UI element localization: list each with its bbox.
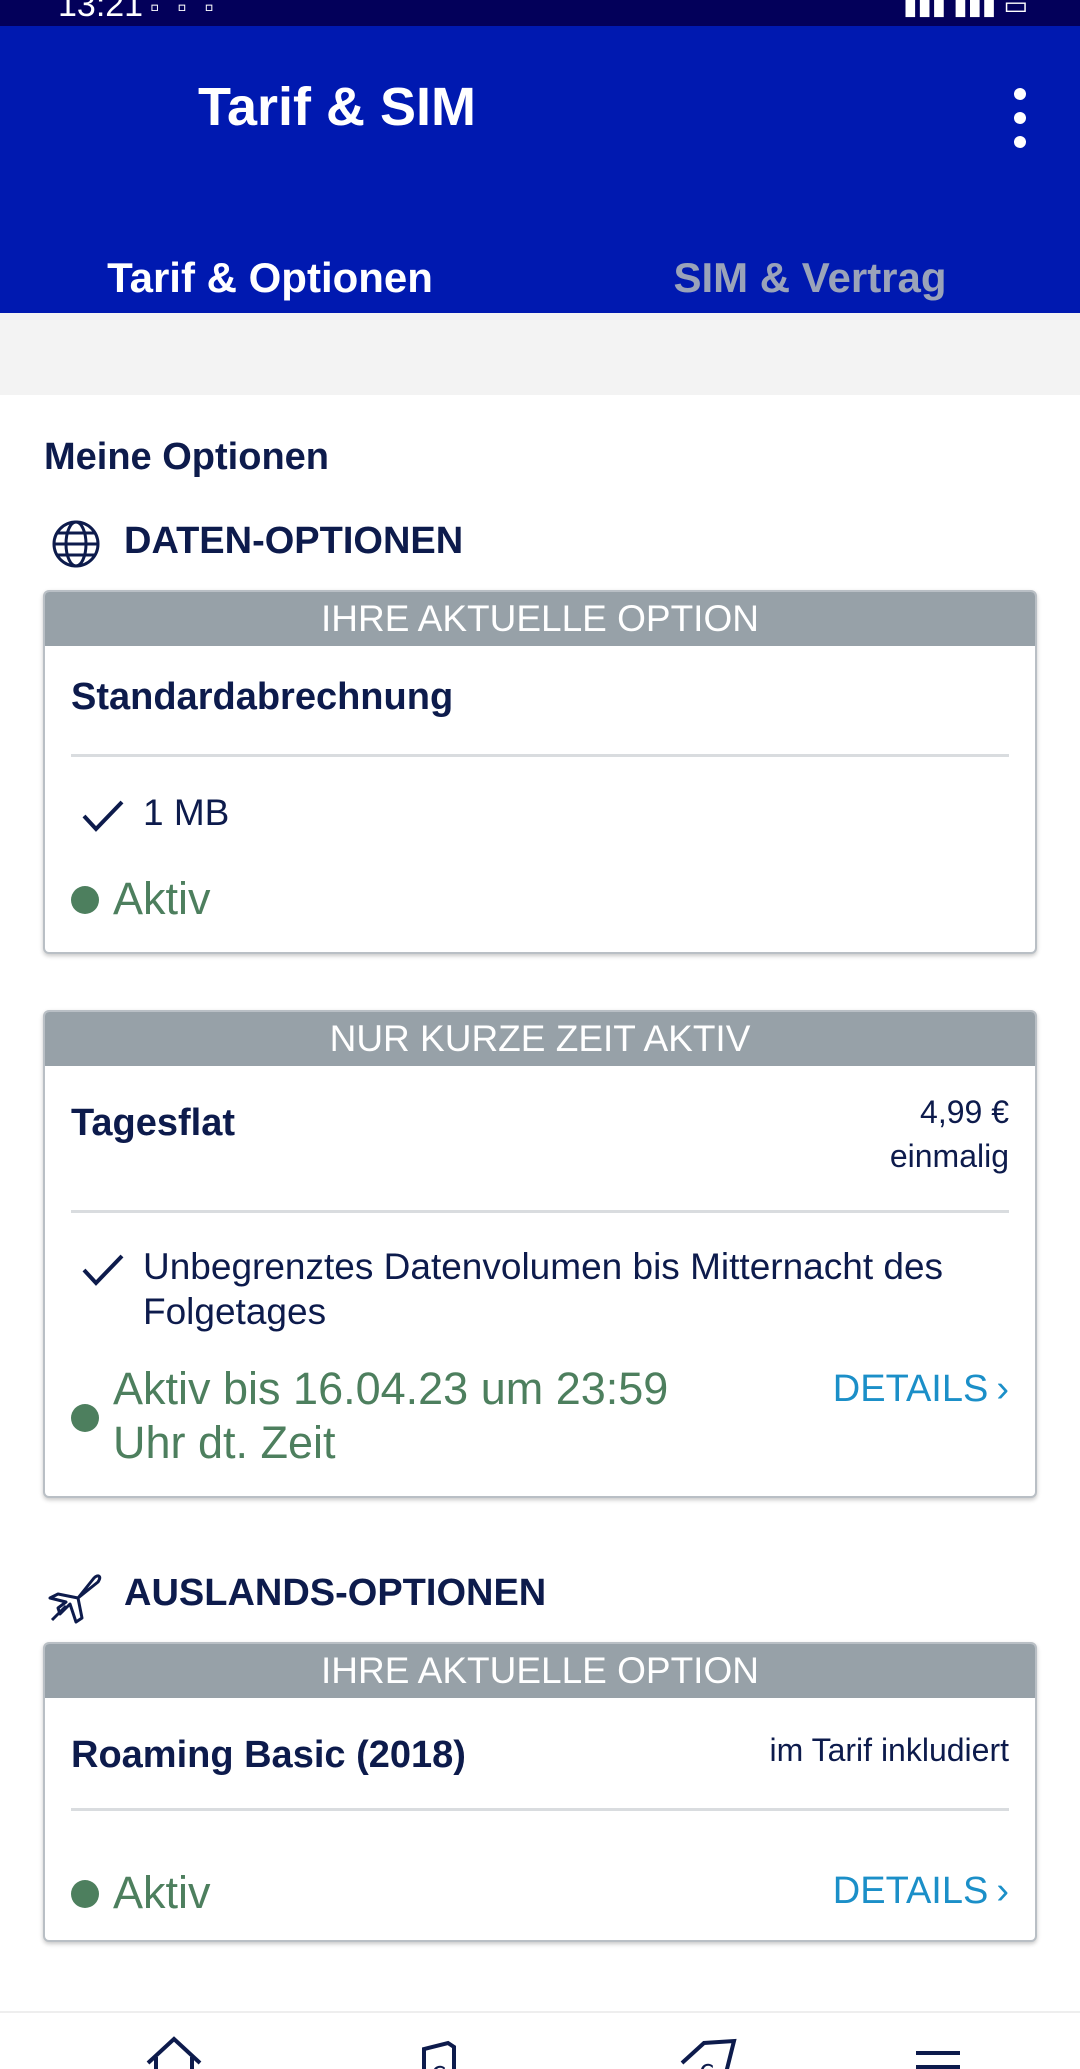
nav-home[interactable] <box>134 2033 214 2069</box>
feature-item: Unbegrenztes Datenvolumen bis Mitternach… <box>71 1242 1009 1342</box>
home-icon <box>146 2036 202 2069</box>
nav-menu[interactable] <box>898 2033 978 2069</box>
chevron-right-icon: › <box>996 1870 1009 1912</box>
chevron-right-icon: › <box>996 1368 1009 1410</box>
category-label: DATEN-OPTIONEN <box>124 520 464 562</box>
option-name: Roaming Basic (2018) <box>71 1734 466 1776</box>
nav-billing[interactable]: € <box>400 2033 480 2069</box>
details-link[interactable]: DETAILS › <box>833 1368 1009 1411</box>
more-vert-icon-dot <box>1014 136 1026 148</box>
option-card-roaming-basic: IHRE AKTUELLE OPTION Roaming Basic (2018… <box>43 1642 1037 1942</box>
status-indicator: Aktiv bis 16.04.23 um 23:59 Uhr dt. Zeit <box>71 1362 711 1482</box>
section-title: Meine Optionen <box>44 436 329 478</box>
price: 4,99 € einmalig <box>890 1090 1009 1178</box>
feature-text: Unbegrenztes Datenvolumen bis Mitternach… <box>143 1246 944 1332</box>
check-icon <box>82 1254 124 1286</box>
tab-label: SIM & Vertrag <box>673 254 947 301</box>
nav-tariff[interactable]: € <box>668 2033 748 2069</box>
airplane-icon <box>48 1574 102 1624</box>
more-options-button[interactable] <box>992 78 1048 158</box>
more-vert-icon <box>1014 88 1026 100</box>
globe-icon <box>52 520 100 568</box>
details-label: DETAILS <box>832 1368 989 1410</box>
feature-item: 1 MB <box>71 788 1009 848</box>
price-note: im Tarif inkludiert <box>769 1732 1009 1768</box>
card-header: IHRE AKTUELLE OPTION <box>45 592 1035 646</box>
tab-label: Tarif & Optionen <box>107 254 433 301</box>
option-name: Standardabrechnung <box>71 676 454 718</box>
price-period: einmalig <box>889 1138 1009 1174</box>
page-title: Tarif & SIM <box>198 77 477 137</box>
signal-battery-icons: ▮▮▮ ▮▮▮ ▭ <box>903 0 1028 20</box>
svg-text:€: € <box>698 2060 715 2069</box>
status-bar: 13:21 ▫▫▫ ▮▮▮ ▮▮▮ ▭ <box>0 0 1080 26</box>
status-indicator: Aktiv <box>71 1866 471 1926</box>
hamburger-menu-icon <box>916 2051 960 2069</box>
bottom-navigation: € € <box>0 2011 1080 2069</box>
price-amount: 4,99 € <box>920 1094 1009 1130</box>
status-dot-icon <box>71 886 99 914</box>
status-text: Aktiv <box>113 1867 211 1918</box>
option-name: Tagesflat <box>71 1102 236 1144</box>
details-link[interactable]: DETAILS › <box>833 1870 1009 1913</box>
divider <box>71 1808 1009 1811</box>
category-label: AUSLANDS-OPTIONEN <box>124 1572 547 1614</box>
status-text: Aktiv <box>113 873 211 924</box>
status-dot-icon <box>71 1880 99 1908</box>
option-card-standardabrechnung: IHRE AKTUELLE OPTION Standardabrechnung … <box>43 590 1037 954</box>
tag-euro-icon: € <box>680 2038 737 2069</box>
status-dot-icon <box>71 1404 99 1432</box>
status-text: Aktiv bis 16.04.23 um 23:59 Uhr dt. Zeit <box>113 1363 669 1468</box>
svg-text:€: € <box>430 2062 447 2069</box>
app-bar: Tarif & SIM Tarif & Optionen SIM & Vertr… <box>0 26 1080 339</box>
details-label: DETAILS <box>832 1870 989 1912</box>
option-card-tagesflat: NUR KURZE ZEIT AKTIV Tagesflat 4,99 € ei… <box>43 1010 1037 1498</box>
divider <box>71 754 1009 757</box>
check-icon <box>82 800 124 832</box>
feature-text: 1 MB <box>143 792 230 833</box>
notification-icons: ▫▫▫ <box>150 0 232 22</box>
card-header: IHRE AKTUELLE OPTION <box>45 1644 1035 1698</box>
more-vert-icon-dot <box>1014 112 1026 124</box>
spacer-band <box>0 313 1080 395</box>
status-indicator: Aktiv <box>71 872 471 932</box>
invoice-euro-icon: € <box>422 2040 456 2069</box>
card-header: NUR KURZE ZEIT AKTIV <box>45 1012 1035 1066</box>
divider <box>71 1210 1009 1213</box>
status-time: 13:21 <box>58 0 144 24</box>
